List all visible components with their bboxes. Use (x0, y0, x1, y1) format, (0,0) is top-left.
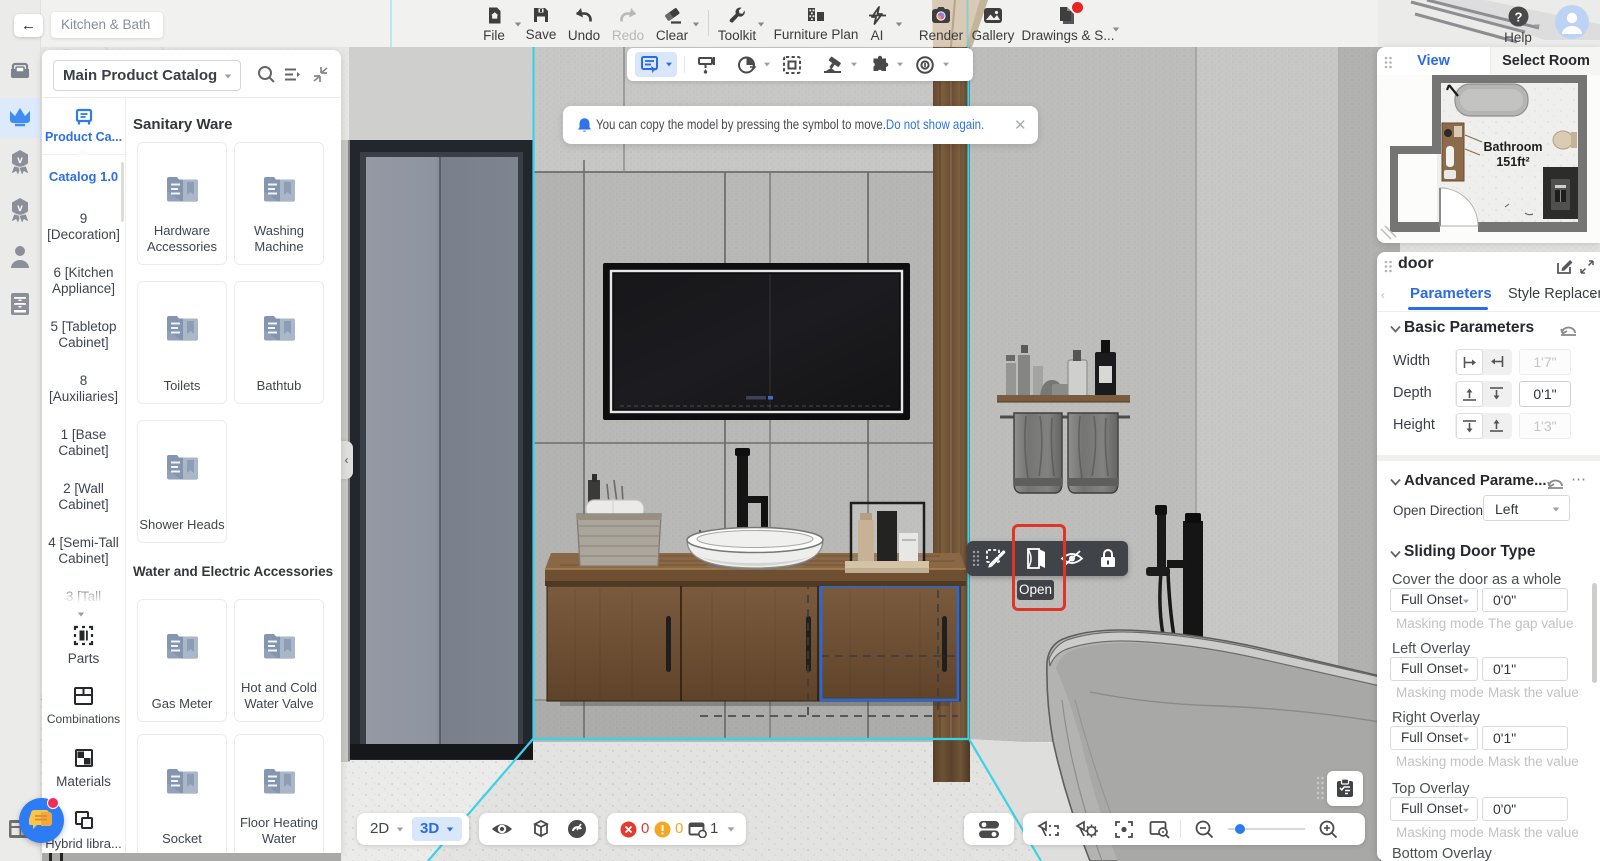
svg-text:v: v (17, 203, 23, 214)
svg-text:?: ? (1514, 10, 1522, 25)
svg-text:v: v (17, 155, 23, 166)
svg-text:151ft²: 151ft² (1496, 155, 1529, 169)
svg-text:Bathroom: Bathroom (1483, 140, 1542, 154)
